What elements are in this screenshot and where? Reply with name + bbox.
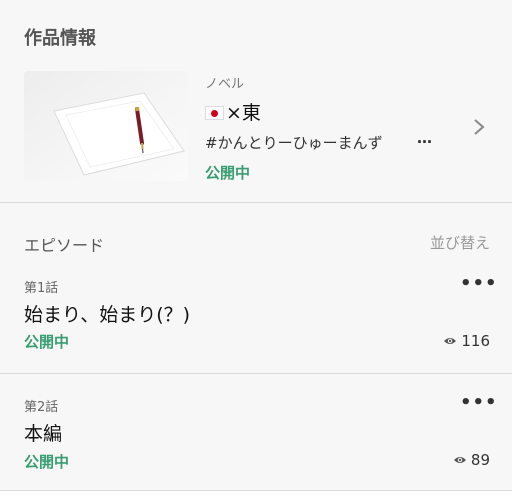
ellipsis-icon: … bbox=[417, 129, 433, 147]
episode-views: 89 bbox=[453, 451, 490, 469]
episode-status: 公開中 bbox=[24, 333, 70, 351]
view-count: 116 bbox=[461, 332, 490, 350]
chevron-right-icon[interactable] bbox=[472, 118, 486, 136]
work-thumbnail bbox=[24, 71, 188, 181]
episode-item[interactable]: 第2話 本編 公開中 ••• 89 bbox=[0, 374, 512, 490]
view-count: 89 bbox=[470, 451, 490, 469]
episode-title: 本編 bbox=[24, 423, 63, 445]
work-type: ノベル bbox=[205, 77, 245, 92]
episode-views: 116 bbox=[443, 332, 490, 350]
eye-icon bbox=[444, 338, 457, 344]
work-card[interactable]: ノベル ×東 #かんとりーひゅーまんず … 公開中 bbox=[0, 56, 512, 202]
work-info-title: 作品情報 bbox=[24, 28, 96, 49]
episode-title: 始まり、始まり(？) bbox=[24, 304, 191, 326]
work-status: 公開中 bbox=[205, 164, 251, 182]
episodes-header: エピソード 並び替え bbox=[0, 203, 512, 259]
divider bbox=[0, 490, 512, 491]
more-menu-icon[interactable]: ••• bbox=[460, 392, 498, 413]
work-tags: #かんとりーひゅーまんず bbox=[205, 134, 383, 152]
episode-number: 第1話 bbox=[24, 281, 59, 296]
work-title-text: ×東 bbox=[226, 102, 261, 124]
eye-icon bbox=[453, 457, 466, 463]
more-menu-icon[interactable]: ••• bbox=[460, 273, 498, 294]
episode-status: 公開中 bbox=[24, 453, 70, 471]
japan-flag-icon bbox=[205, 106, 224, 120]
work-info-header: 作品情報 bbox=[0, 0, 512, 56]
episode-number: 第2話 bbox=[24, 400, 59, 415]
episodes-title: エピソード bbox=[24, 236, 105, 255]
episode-item[interactable]: 第1話 始まり、始まり(？) 公開中 ••• 116 bbox=[0, 259, 512, 373]
work-title: ×東 bbox=[205, 98, 261, 125]
notebook-pen-image bbox=[24, 71, 188, 181]
sort-button[interactable]: 並び替え bbox=[430, 232, 490, 253]
